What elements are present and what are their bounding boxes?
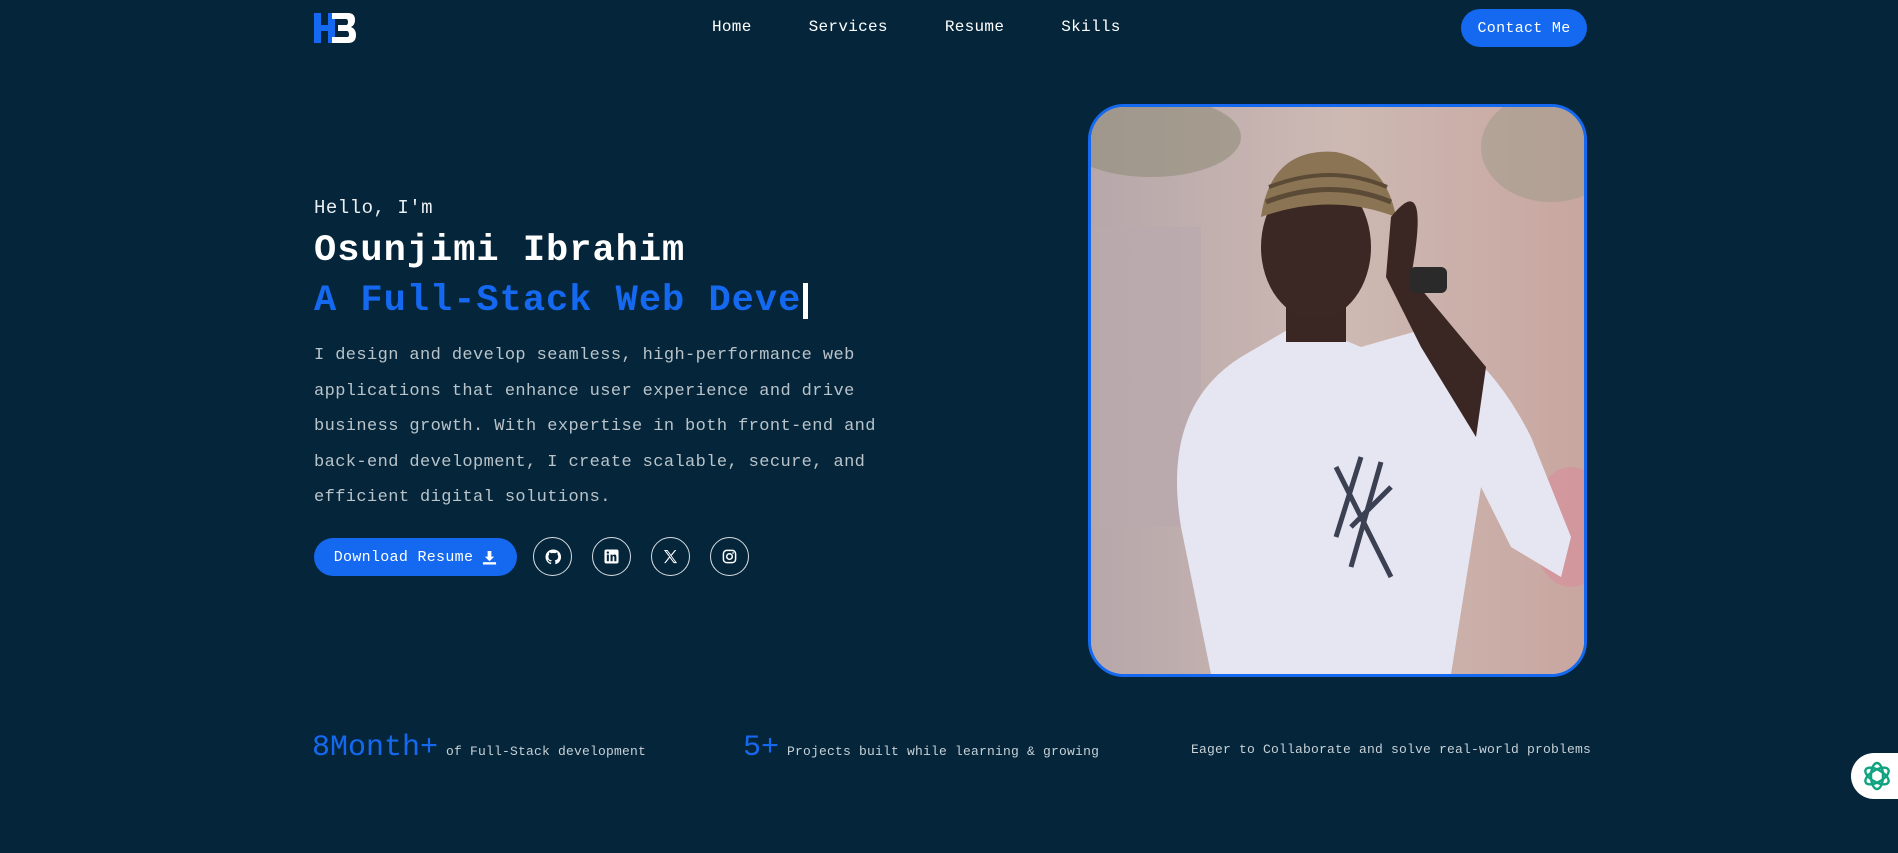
x-icon	[663, 549, 678, 564]
stat-collaborate-text: Eager to Collaborate and solve real-worl…	[1191, 742, 1592, 757]
github-link[interactable]	[533, 537, 572, 576]
hb-logo[interactable]	[314, 13, 356, 43]
stat-experience-text: of Full-Stack development	[446, 744, 647, 759]
hero-name: Osunjimi Ibrahim	[314, 230, 686, 272]
download-resume-label: Download Resume	[333, 548, 474, 566]
github-icon	[545, 548, 561, 564]
stat-projects: 5+ Projects built while learning & growi…	[743, 731, 1099, 765]
nav-link-skills[interactable]: Skills	[1061, 18, 1120, 36]
openai-icon	[1864, 761, 1890, 791]
stat-projects-text: Projects built while learning & growing	[787, 744, 1100, 759]
instagram-icon	[722, 549, 737, 564]
typing-cursor	[803, 283, 809, 319]
portrait-illustration	[1091, 107, 1584, 674]
contact-me-button[interactable]: Contact Me	[1461, 9, 1587, 47]
greeting-text: Hello, I'm	[314, 197, 434, 219]
nav-links: Home Services Resume Skills	[712, 18, 1178, 36]
profile-photo	[1088, 104, 1587, 677]
stat-experience: 8Month+ of Full-Stack development	[312, 731, 646, 765]
typed-role-text: A Full-Stack Web Deve	[314, 280, 802, 322]
top-navbar: Home Services Resume Skills Contact Me	[0, 0, 1898, 58]
nav-link-resume[interactable]: Resume	[945, 18, 1004, 36]
nav-link-services[interactable]: Services	[809, 18, 888, 36]
download-icon	[483, 550, 497, 565]
chat-widget-button[interactable]	[1851, 753, 1898, 799]
instagram-link[interactable]	[710, 537, 749, 576]
download-resume-button[interactable]: Download Resume	[314, 538, 517, 576]
hero-role: A Full-Stack Web Deve	[314, 280, 809, 322]
hero-bio: I design and develop seamless, high-perf…	[314, 346, 876, 507]
nav-link-home[interactable]: Home	[712, 18, 752, 36]
stat-projects-number: 5+	[743, 731, 780, 765]
linkedin-icon	[604, 549, 619, 564]
x-twitter-link[interactable]	[651, 537, 690, 576]
linkedin-link[interactable]	[592, 537, 631, 576]
stat-experience-number: 8Month+	[312, 731, 439, 765]
